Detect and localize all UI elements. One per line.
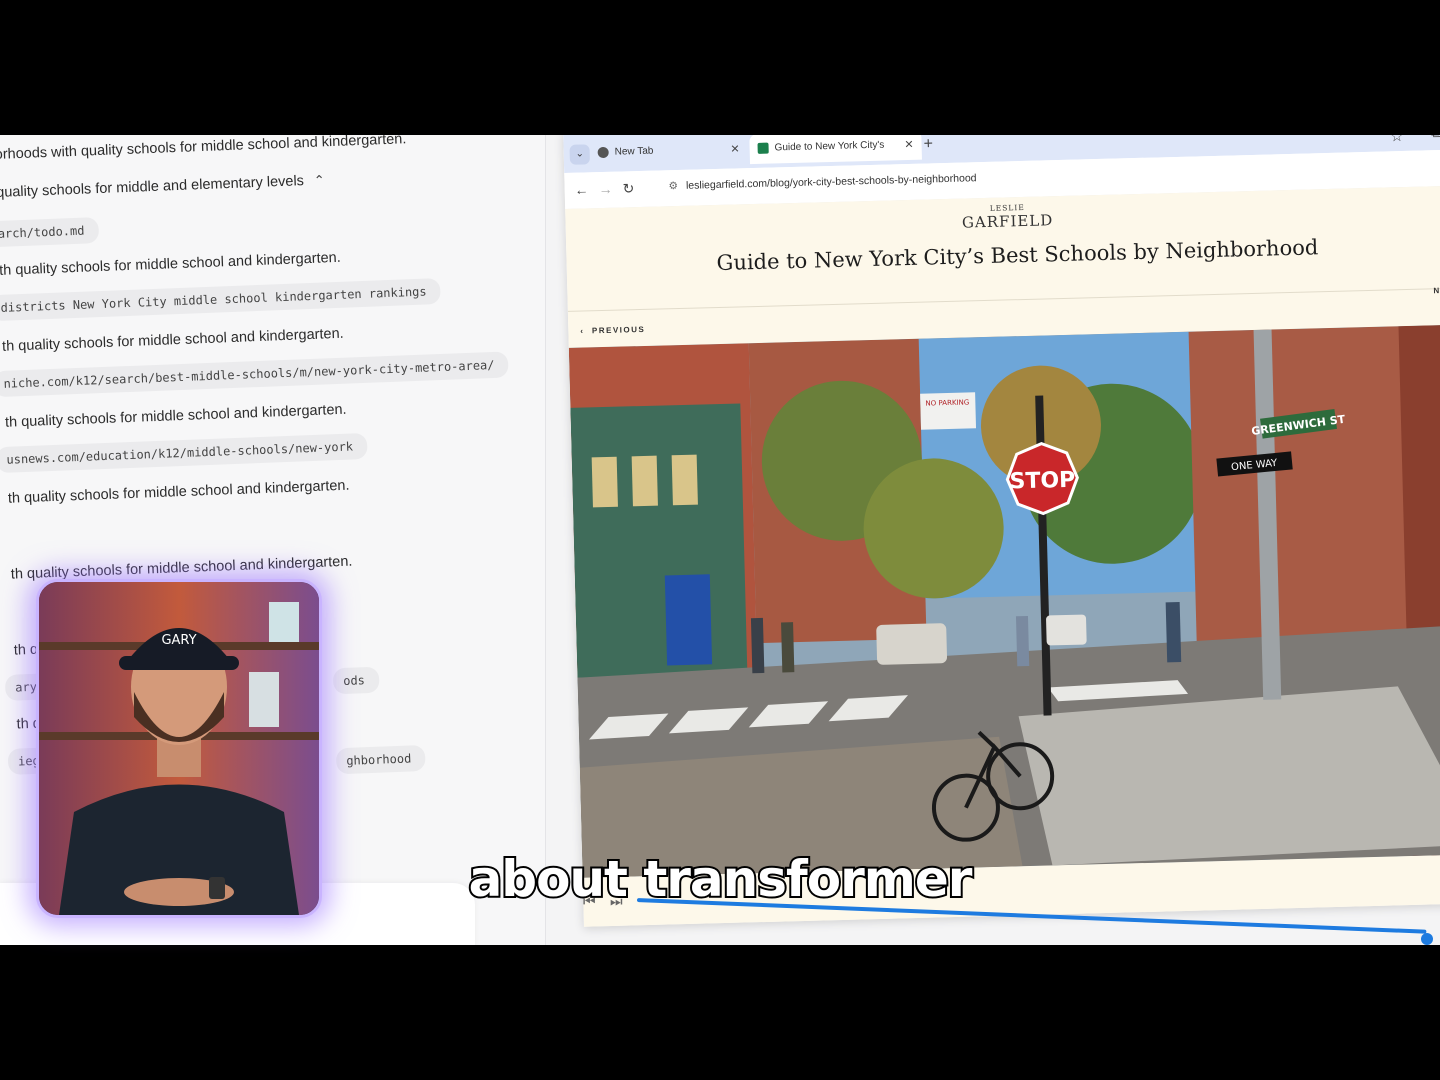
chat-line: orhoods with quality schools for middle … xyxy=(0,135,407,163)
site-settings-icon[interactable]: ⚙ xyxy=(668,180,678,192)
browser-window: ⌄ New Tab ✕ Guide to New York City's ✕ +… xyxy=(563,135,1440,927)
chat-line-collapsible[interactable]: quality schools for middle and elementar… xyxy=(0,172,325,201)
close-icon[interactable]: ✕ xyxy=(904,135,914,160)
article-page: LESLIE GARFIELD Guide to New York City’s… xyxy=(565,185,1440,927)
article-title: Guide to New York City’s Best Schools by… xyxy=(716,235,1319,276)
chevron-left-icon: ‹ xyxy=(580,326,585,336)
tab-guide-nyc[interactable]: Guide to New York City's ✕ xyxy=(749,135,922,165)
url-field[interactable]: ⚙ lesliegarfield.com/blog/york-city-best-… xyxy=(668,172,976,192)
reload-icon[interactable]: ↻ xyxy=(622,180,634,197)
tab-label: Guide to New York City's xyxy=(774,139,885,154)
panel-divider xyxy=(545,135,546,945)
new-tab-plus-icon[interactable]: + xyxy=(923,135,933,153)
bookmark-star-icon[interactable]: ☆ xyxy=(1390,135,1404,145)
url-chip[interactable]: usnews.com/education/k12/middle-schools/… xyxy=(0,432,368,474)
url-text: lesliegarfield.com/blog/york-city-best-s… xyxy=(685,172,977,192)
article-hero-image: STOP GREENWICH ST ONE WAY NO PARKING xyxy=(568,324,1440,878)
chat-line: th quality schools for middle school and… xyxy=(4,401,347,431)
stop-sign-text: STOP xyxy=(1009,468,1075,495)
chevron-down-icon[interactable]: ⌄ xyxy=(569,144,590,165)
tab-new-tab[interactable]: New Tab ✕ xyxy=(597,135,748,168)
search-query-chip[interactable]: districts New York City middle school ki… xyxy=(0,277,442,322)
logo-bottom: GARFIELD xyxy=(961,211,1054,232)
progress-knob[interactable] xyxy=(1421,933,1433,945)
video-subtitle: about transformer xyxy=(467,848,975,910)
previous-link[interactable]: ‹ PREVIOUS xyxy=(580,325,645,336)
file-chip[interactable]: arch/todo.md xyxy=(0,217,99,248)
cap-logo-text: GARY xyxy=(161,633,196,648)
chat-line: th quality schools for middle school and… xyxy=(0,249,342,279)
no-parking-sign-text: NO PARKING xyxy=(925,398,969,407)
site-favicon-icon xyxy=(757,142,769,154)
forward-arrow-icon[interactable]: → xyxy=(598,181,612,197)
extensions-icon[interactable]: ⧉ xyxy=(1431,135,1440,141)
chat-line-text: quality schools for middle and elementar… xyxy=(0,173,305,201)
chevron-up-icon[interactable]: ⌃ xyxy=(314,172,326,188)
next-link[interactable]: NE xyxy=(1433,286,1440,295)
chat-line: th quality schools for middle school and… xyxy=(1,325,344,355)
chrome-icon xyxy=(597,146,609,158)
site-logo[interactable]: LESLIE GARFIELD xyxy=(957,202,1058,232)
divider xyxy=(567,287,1440,312)
chat-line: th quality schools for middle school and… xyxy=(7,477,350,507)
url-chip-fragment[interactable]: ods xyxy=(332,666,380,695)
back-arrow-icon[interactable]: ← xyxy=(574,181,588,197)
url-chip-fragment[interactable]: ghborhood xyxy=(335,744,426,775)
url-chip[interactable]: niche.com/k12/search/best-middle-schools… xyxy=(0,351,509,398)
close-icon[interactable]: ✕ xyxy=(730,135,740,165)
previous-label: PREVIOUS xyxy=(591,324,646,336)
tab-label: New Tab xyxy=(614,145,654,158)
street-scene-illustration: STOP GREENWICH ST ONE WAY NO PARKING xyxy=(568,324,1440,878)
